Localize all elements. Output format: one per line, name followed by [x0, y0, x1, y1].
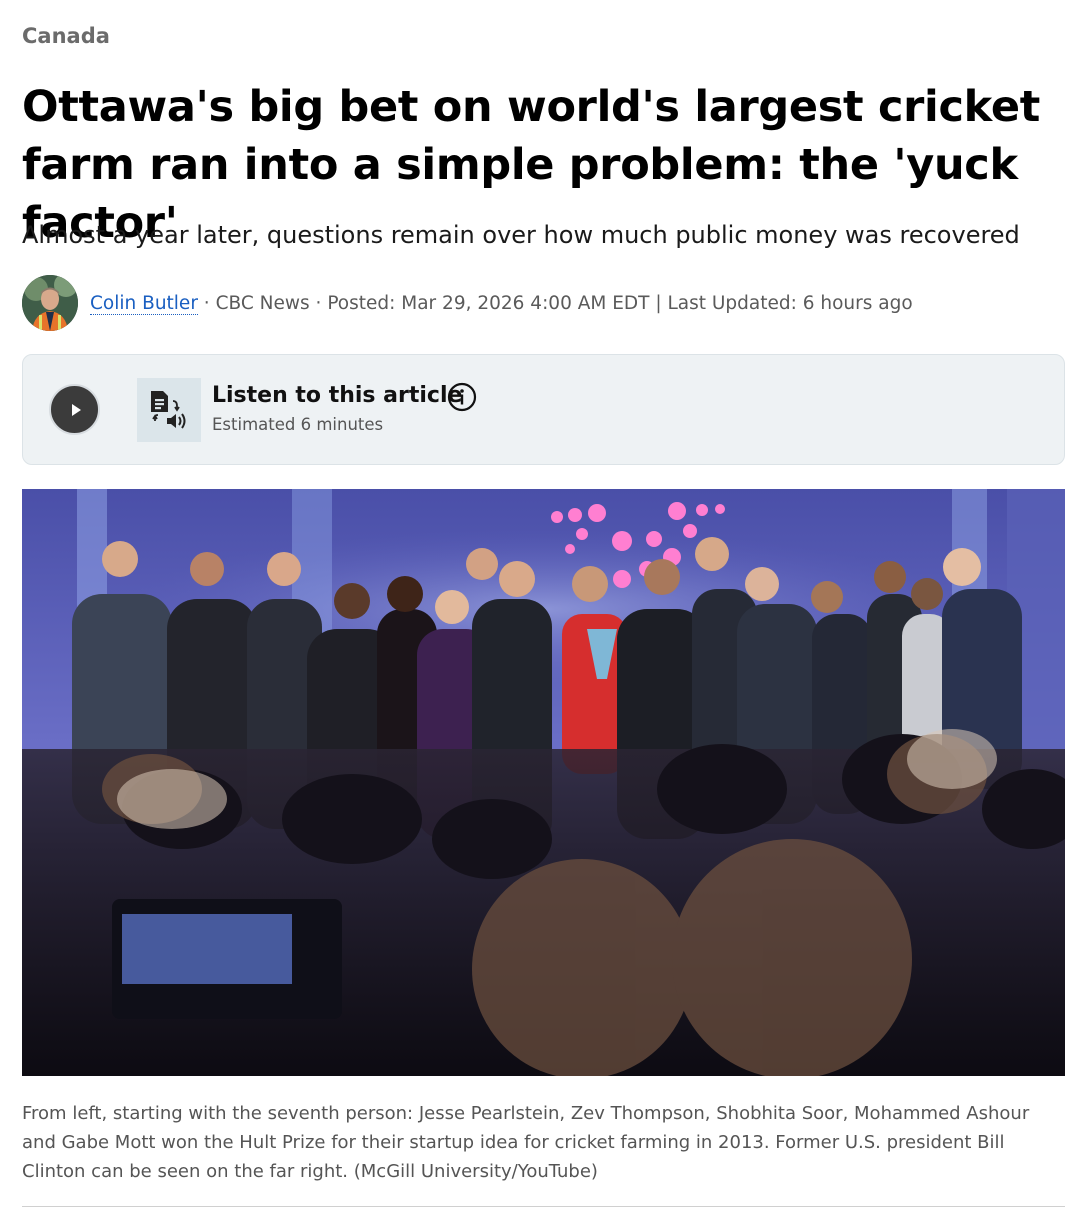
byline-text: Colin Butler · CBC News · Posted: Mar 29… — [90, 292, 913, 315]
listen-to-article-card: Listen to this article Estimated 6 minut… — [22, 354, 1065, 465]
byline-outlet: CBC News — [215, 292, 310, 314]
byline: Colin Butler · CBC News · Posted: Mar 29… — [22, 274, 913, 332]
listen-estimate: Estimated 6 minutes — [212, 415, 384, 434]
divider — [22, 1206, 1065, 1207]
article-subheadline: Almost a year later, questions remain ov… — [22, 221, 1020, 249]
text-to-speech-icon — [137, 378, 201, 442]
byline-separator: · — [197, 292, 216, 314]
article-photo[interactable] — [22, 489, 1065, 1076]
author-link[interactable]: Colin Butler — [90, 292, 198, 315]
listen-title: Listen to this article — [212, 383, 463, 408]
section-link-canada[interactable]: Canada — [22, 24, 110, 48]
info-icon[interactable] — [447, 382, 477, 412]
play-button[interactable] — [49, 384, 100, 435]
byline-separator: · — [309, 292, 328, 314]
play-icon — [71, 403, 81, 416]
byline-timestamp: Posted: Mar 29, 2026 4:00 AM EDT | Last … — [327, 292, 913, 314]
photo-caption: From left, starting with the seventh per… — [22, 1103, 1030, 1182]
author-avatar[interactable] — [22, 275, 78, 331]
